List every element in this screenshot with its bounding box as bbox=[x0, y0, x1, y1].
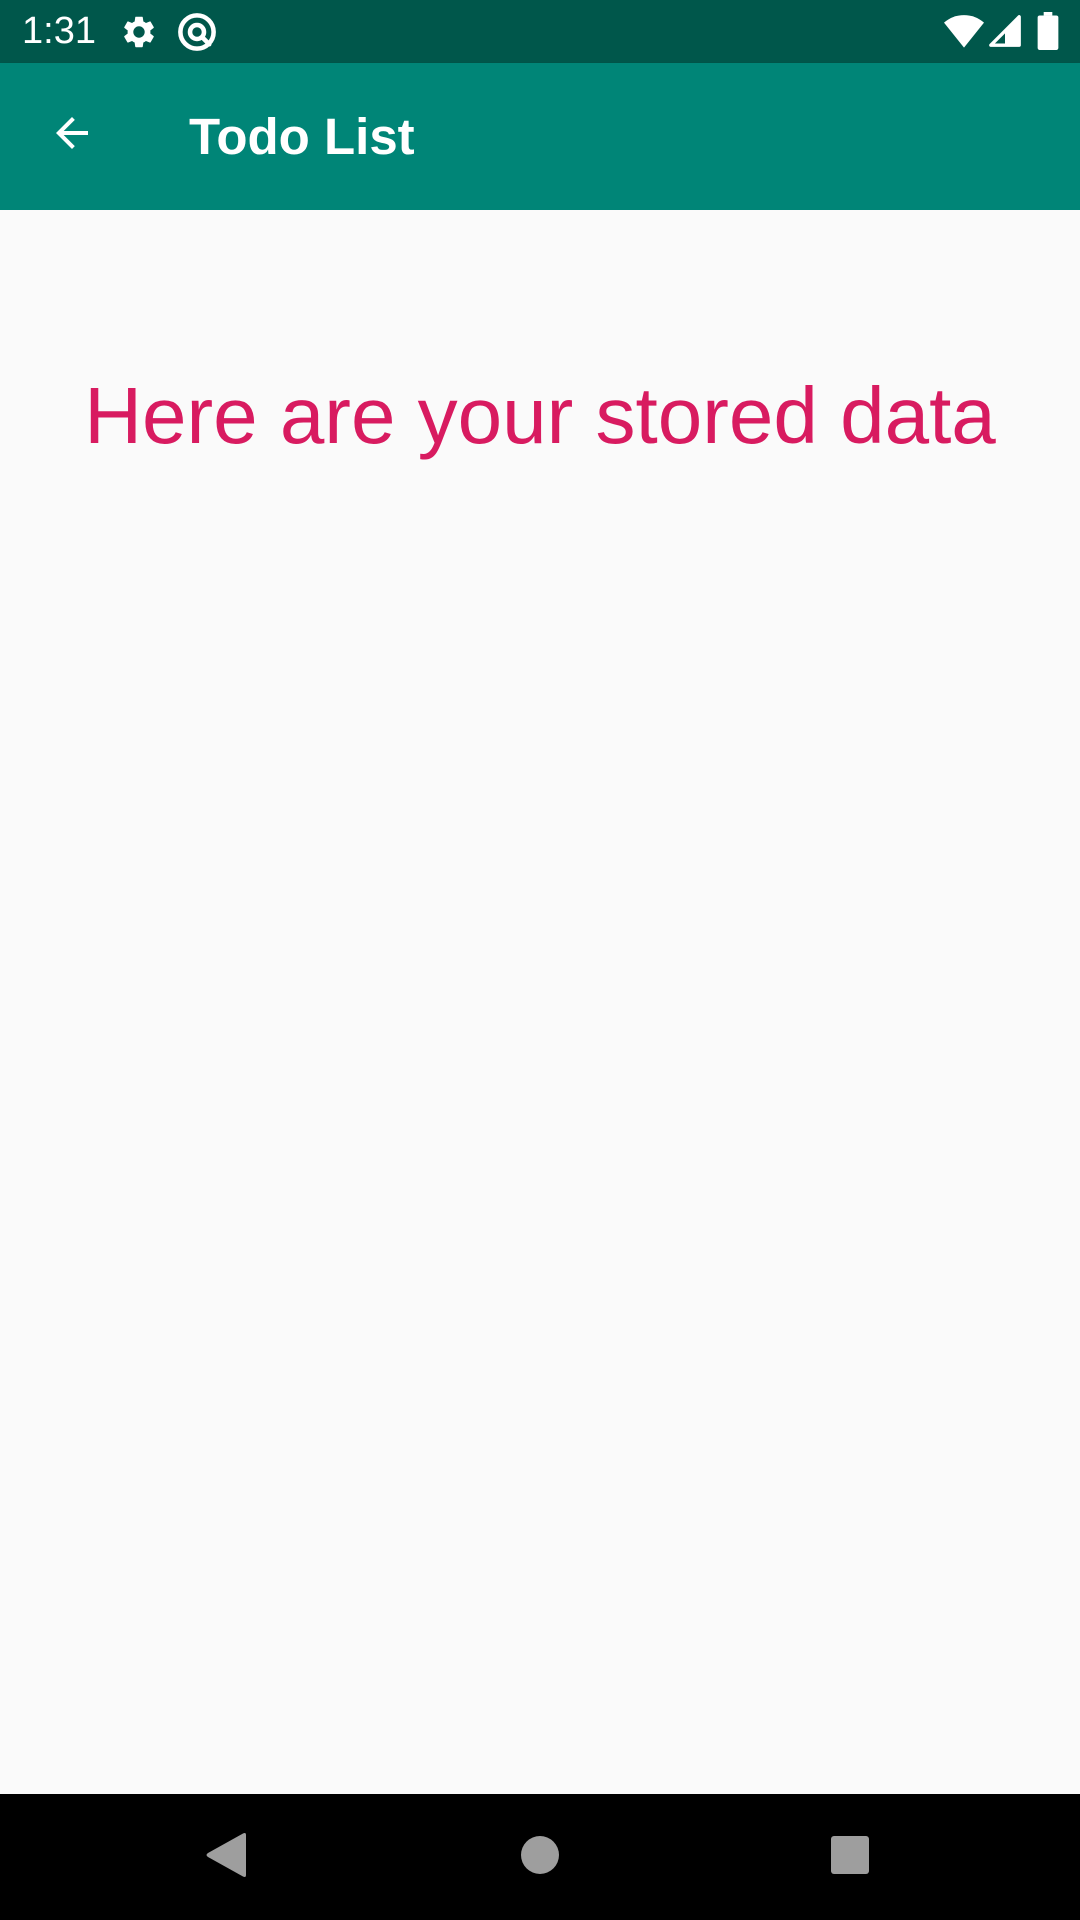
nav-home-button[interactable] bbox=[508, 1825, 572, 1889]
recents-square-icon bbox=[829, 1834, 871, 1881]
cellular-signal-icon bbox=[988, 14, 1022, 48]
home-circle-icon bbox=[519, 1834, 561, 1881]
at-sign-icon bbox=[176, 11, 218, 53]
navigation-bar bbox=[0, 1794, 1080, 1920]
app-bar: Todo List bbox=[0, 63, 1080, 210]
screen: 1:31 Todo List Here are your stored data bbox=[0, 0, 1080, 1920]
nav-recents-button[interactable] bbox=[818, 1825, 882, 1889]
status-bar: 1:31 bbox=[0, 0, 1080, 63]
app-title: Todo List bbox=[189, 108, 415, 165]
wifi-icon bbox=[944, 14, 984, 48]
arrow-back-icon bbox=[48, 109, 96, 162]
back-triangle-icon bbox=[204, 1831, 248, 1884]
back-button[interactable] bbox=[30, 93, 114, 177]
status-time: 1:31 bbox=[22, 10, 96, 52]
stored-data-heading: Here are your stored data bbox=[84, 371, 996, 460]
content-area: Here are your stored data bbox=[0, 210, 1080, 1794]
battery-icon bbox=[1037, 12, 1059, 50]
settings-icon bbox=[120, 13, 158, 51]
nav-back-button[interactable] bbox=[194, 1825, 258, 1889]
